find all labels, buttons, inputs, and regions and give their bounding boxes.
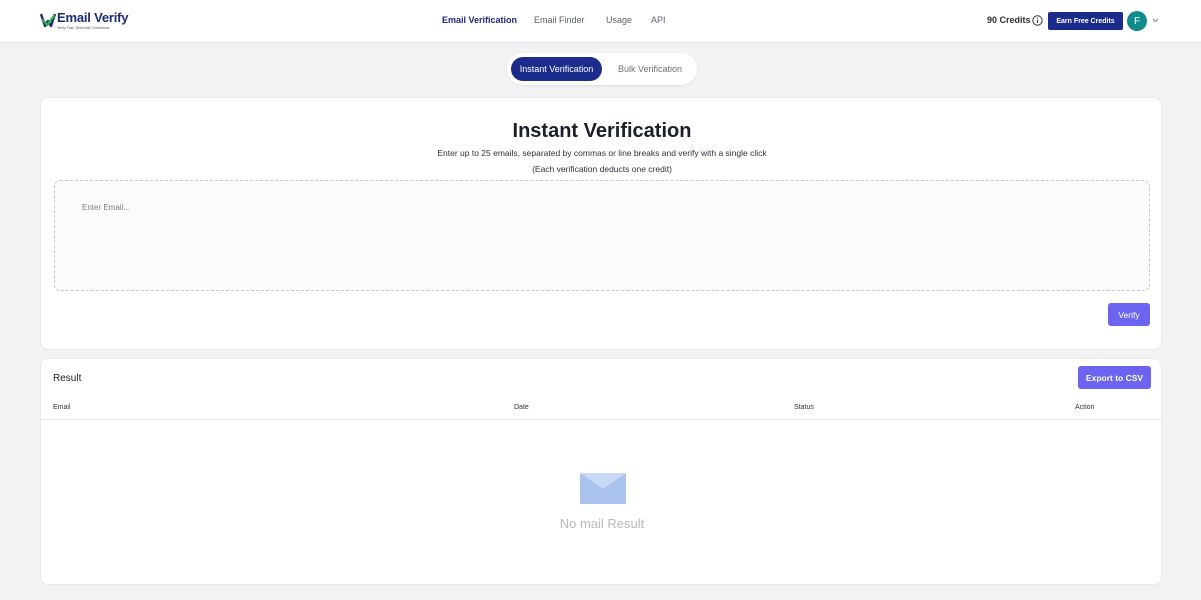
empty-state-text: No mail Result (559, 516, 645, 531)
result-heading: Result (53, 373, 82, 384)
credit-note: (Each verification deducts one credit) (532, 164, 672, 174)
instructions-text: Enter up to 25 emails, separated by comm… (437, 148, 767, 158)
column-header-email: Email (53, 404, 71, 411)
verification-mode-tabs: Instant Verification Bulk Verification (507, 53, 697, 85)
instant-verification-card: Instant Verification Enter up to 25 emai… (40, 97, 1162, 350)
email-input-area (54, 180, 1150, 291)
nav-email-finder[interactable]: Email Finder (534, 15, 585, 25)
logo-title: Email Verify (57, 10, 129, 25)
column-header-date: Date (514, 404, 529, 411)
column-header-status: Status (794, 404, 814, 411)
verify-button[interactable]: Verify (1108, 303, 1150, 326)
table-header-divider (41, 419, 1161, 420)
logo-check-icon (40, 13, 56, 28)
credits-count: 90 Credits (987, 15, 1031, 25)
user-avatar[interactable]: F (1127, 11, 1147, 31)
result-card: Result Export to CSV Email Date Status A… (40, 358, 1162, 585)
info-icon[interactable] (1032, 15, 1043, 26)
chevron-down-icon[interactable] (1152, 18, 1159, 23)
tab-bulk-verification[interactable]: Bulk Verification (607, 57, 693, 81)
nav-api[interactable]: API (651, 15, 666, 25)
export-csv-button[interactable]: Export to CSV (1078, 366, 1151, 389)
column-header-action: Action (1075, 404, 1095, 411)
page-title: Instant Verification (512, 120, 692, 142)
nav-email-verification[interactable]: Email Verification (442, 15, 517, 25)
tab-instant-verification[interactable]: Instant Verification (511, 57, 602, 81)
logo-tagline: Verify Fast, Send with Confidence (57, 26, 110, 30)
earn-free-credits-button[interactable]: Earn Free Credits (1048, 12, 1123, 30)
email-input[interactable] (55, 181, 1149, 290)
nav-usage[interactable]: Usage (606, 15, 632, 25)
app-logo[interactable]: Email Verify Verify Fast, Send with Conf… (40, 10, 129, 30)
envelope-icon (580, 473, 626, 504)
top-navbar: Email Verify Verify Fast, Send with Conf… (0, 0, 1201, 43)
